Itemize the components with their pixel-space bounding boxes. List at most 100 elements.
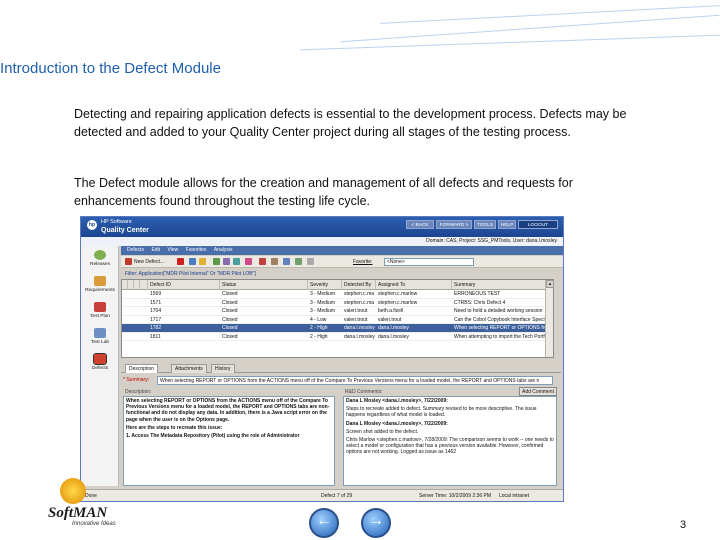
menu-defects[interactable]: Defects — [127, 246, 144, 255]
table-cell: dana.l.mosley — [378, 333, 409, 340]
table-cell: 1571 — [150, 299, 162, 306]
detail-tabs: Description Attachments History — [121, 363, 561, 373]
arrow-right-icon: → — [368, 512, 384, 529]
table-cell: 1782 — [150, 325, 162, 331]
copy-icon[interactable] — [223, 258, 230, 265]
add-comment-button[interactable]: Add Comment — [519, 387, 557, 396]
menu-view[interactable]: View — [168, 246, 179, 255]
comment-text: Screen shot added to the defect. — [346, 428, 419, 435]
col-detected-by[interactable]: Detected By — [342, 280, 376, 290]
table-cell: 1811 — [150, 333, 161, 340]
table-cell: Can the Cobol Copybook Interface Specif — [454, 316, 546, 323]
find-icon[interactable] — [295, 258, 302, 265]
sidebar-item-test-lab[interactable]: Test Lab — [81, 328, 119, 345]
col-summary[interactable]: Summary — [452, 280, 546, 290]
filter-text: Filter: Application["MDR Pilot Internal"… — [125, 271, 256, 277]
tab-description[interactable]: Description — [125, 364, 159, 373]
sidebar-item-defects[interactable]: Defects — [81, 353, 119, 371]
print-icon[interactable] — [283, 258, 290, 265]
table-cell: beth.a.fizell — [378, 308, 404, 314]
server-time: Server Time: 10/2/2009 2:36 PM — [419, 493, 491, 499]
col-status[interactable]: Status — [220, 280, 308, 290]
col-mark — [140, 280, 148, 290]
tab-history[interactable]: History — [211, 364, 235, 373]
scroll-up-icon[interactable]: ▲ — [546, 280, 554, 288]
requirements-icon — [94, 276, 106, 286]
help-button[interactable]: HELP — [498, 220, 516, 229]
logo-tagline: Innovative Ideas — [72, 521, 116, 527]
table-cell: 3 - Medium — [310, 291, 336, 297]
description-field[interactable]: When selecting REPORT or OPTIONS from th… — [123, 396, 335, 486]
arrow-left-icon: ← — [316, 512, 332, 529]
comments-field[interactable]: Dana L Mosley <dana.l.mosley>, 7/22/2009… — [343, 396, 557, 486]
next-slide-button[interactable]: → — [361, 508, 391, 538]
grid-scrollbar[interactable]: ▲ — [545, 280, 554, 357]
table-row[interactable]: 1717 Closed 4 - Low valeri.trout valeri.trou… — [122, 316, 553, 324]
sidebar-item-label: Defects — [91, 366, 109, 371]
sidebar-item-label: Releases — [90, 262, 110, 267]
forward-button[interactable]: FORWARD > — [436, 220, 472, 229]
table-cell: stephen.c.ma — [344, 291, 375, 297]
comment-author: Dana L Mosley <dana.l.mosley>, 7/22/2009… — [346, 398, 448, 404]
description-text: Here are the steps to recreate this issu… — [126, 424, 223, 431]
sidebar-item-test-plan[interactable]: Test Plan — [81, 302, 119, 319]
menu-favorites[interactable]: Favorites — [186, 246, 207, 255]
tools-button[interactable]: TOOLS — [474, 220, 496, 229]
col-defect-id[interactable]: Defect ID — [148, 280, 220, 290]
logout-button[interactable]: LOGOUT — [518, 220, 558, 229]
previous-slide-button[interactable]: ← — [309, 508, 339, 538]
defects-icon — [93, 353, 107, 365]
send-mail-icon[interactable] — [245, 258, 252, 265]
options-icon[interactable] — [307, 258, 314, 265]
table-cell: dana.l.mosley — [378, 325, 409, 331]
toolbar: New Defect... Favorite: <None> — [121, 256, 563, 268]
comment-text: Chris Marlow <stephen.c.marlow>, 7/28/20… — [346, 437, 554, 456]
table-cell: Closed — [222, 308, 238, 314]
sidebar-item-label: Requirements — [85, 288, 115, 293]
table-cell: When attempting to import the Tech Portf — [454, 333, 545, 340]
table-row[interactable]: 1571 Closed 3 - Medium stephen.c.ma stephen.… — [122, 299, 553, 307]
table-cell: Closed — [222, 333, 238, 340]
status-done: Done — [85, 493, 97, 499]
sidebar-item-requirements[interactable]: Requirements — [81, 276, 119, 293]
table-cell: stephen.c.marlow — [378, 299, 418, 306]
app-header: hp HP Software Quality Center < BACK FOR… — [81, 217, 563, 237]
module-sidebar: Releases Requirements Test Plan Test Lab… — [81, 246, 119, 486]
refresh-icon[interactable] — [189, 258, 196, 265]
table-row[interactable]: 1782 Closed 2 - High dana.l.mosley dana.l.mo… — [122, 324, 553, 333]
description-label: Description: — [125, 389, 152, 395]
releases-icon — [94, 250, 106, 260]
table-row[interactable]: 1569 Closed 3 - Medium stephen.c.ma stephen.… — [122, 290, 553, 299]
back-button[interactable]: < BACK — [406, 220, 434, 229]
table-row[interactable]: 1811 Closed 2 - High dana.l.mosley dana.l.mo… — [122, 333, 553, 341]
table-cell: 1704 — [150, 308, 162, 314]
menu-analysis[interactable]: Analysis — [214, 246, 233, 255]
table-cell: valeri.trout — [344, 316, 368, 323]
col-assigned-to[interactable]: Assigned To — [376, 280, 452, 290]
softman-logo: SoftMAN — [48, 505, 108, 521]
favorites-select[interactable]: <None> — [384, 258, 474, 266]
delete-icon[interactable] — [177, 258, 184, 265]
filter-icon[interactable] — [199, 258, 206, 265]
new-defect-button[interactable]: New Defect... — [134, 258, 164, 266]
menu-edit[interactable]: Edit — [151, 246, 160, 255]
sidebar-item-releases[interactable]: Releases — [81, 250, 119, 267]
flag-icon[interactable] — [259, 258, 266, 265]
table-cell: 3 - Medium — [310, 308, 336, 314]
table-row[interactable]: 1704 Closed 3 - Medium valeri.trout beth.a.f… — [122, 307, 553, 316]
col-severity[interactable]: Severity — [308, 280, 342, 290]
table-cell: valeri.trout — [378, 316, 402, 323]
summary-field[interactable]: When selecting REPORT or OPTIONS from th… — [157, 376, 553, 385]
columns-icon[interactable] — [213, 258, 220, 265]
tab-attachments[interactable]: Attachments — [171, 364, 207, 373]
edit-icon[interactable] — [233, 258, 240, 265]
test-lab-icon — [94, 328, 106, 338]
table-cell: 1717 — [150, 316, 162, 323]
status-bar: Done Defect 7 of 29 Server Time: 10/2/20… — [81, 489, 563, 501]
attach-icon[interactable] — [271, 258, 278, 265]
table-cell: CTRBS: Chris Defect 4 — [454, 299, 506, 306]
logo-sun-icon — [60, 478, 86, 504]
context-bar: Domain: CAS, Project: SSG_PMTools, User:… — [81, 237, 563, 246]
table-cell: When selecting REPORT or OPTIONS fro — [454, 325, 546, 331]
defect-count: Defect 7 of 29 — [321, 493, 353, 499]
